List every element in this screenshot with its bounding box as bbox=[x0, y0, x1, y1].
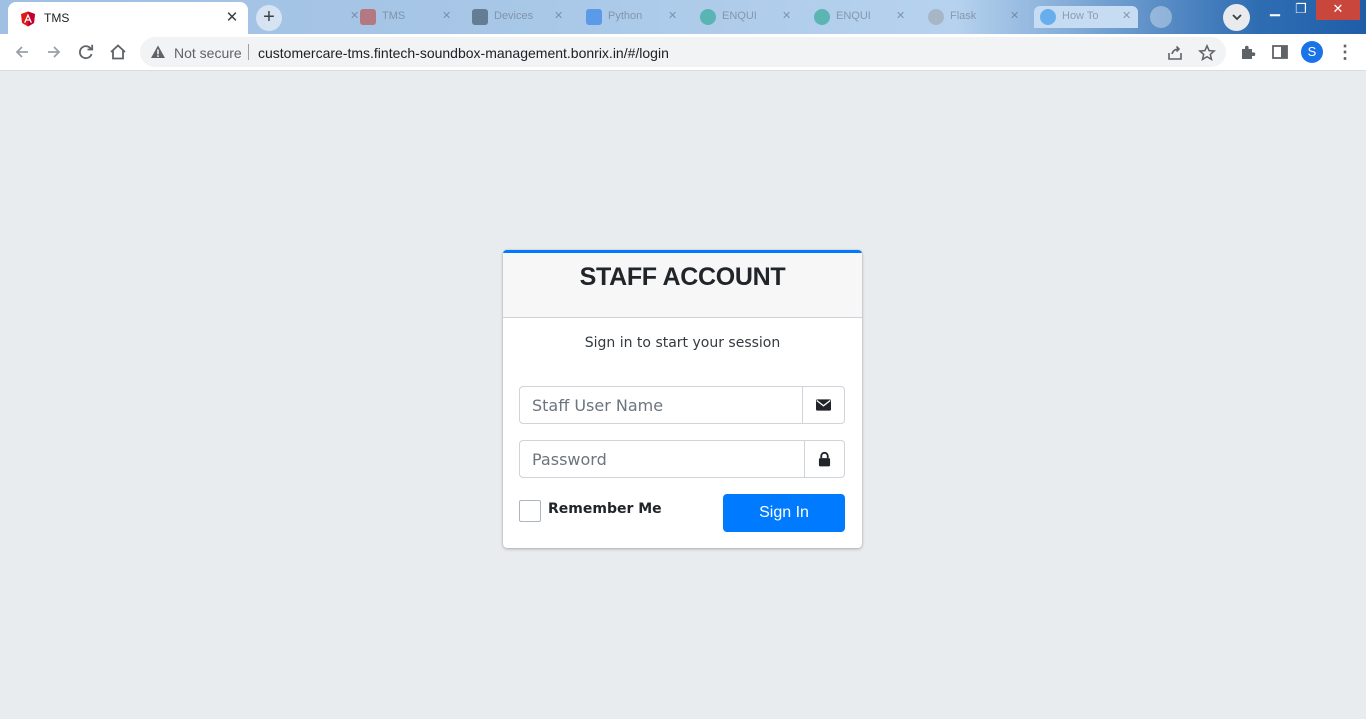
tab-background[interactable]: Python ✕ bbox=[580, 6, 692, 28]
tab-favicon-icon bbox=[700, 9, 716, 25]
warning-icon[interactable] bbox=[150, 44, 166, 60]
tab-favicon-icon bbox=[586, 9, 602, 25]
envelope-icon bbox=[802, 387, 844, 423]
tab-title: ENQUI bbox=[836, 10, 871, 22]
remember-me-checkbox[interactable] bbox=[519, 500, 541, 522]
tab-background[interactable] bbox=[1148, 6, 1178, 28]
profile-avatar[interactable]: S bbox=[1301, 41, 1323, 63]
forward-arrow-icon[interactable] bbox=[44, 42, 64, 62]
url-text[interactable]: customercare-tms.fintech-soundbox-manage… bbox=[258, 45, 669, 61]
password-input[interactable] bbox=[520, 441, 806, 477]
not-secure-label[interactable]: Not secure bbox=[174, 45, 242, 61]
tab-favicon-icon bbox=[1040, 9, 1056, 25]
password-group bbox=[519, 440, 845, 478]
tab-search-chevron-icon[interactable] bbox=[1223, 4, 1250, 31]
card-header: STAFF ACCOUNT bbox=[503, 253, 862, 318]
page-title: STAFF ACCOUNT bbox=[579, 263, 786, 291]
tab-close-icon[interactable]: ✕ bbox=[554, 9, 563, 22]
remember-me-label[interactable]: Remember Me bbox=[548, 501, 662, 517]
tab-title: Flask bbox=[950, 10, 977, 22]
more-menu-icon[interactable]: ⋮ bbox=[1336, 42, 1354, 62]
address-bar[interactable]: Not secure customercare-tms.fintech-soun… bbox=[140, 37, 1226, 67]
tab-favicon-icon bbox=[472, 9, 488, 25]
username-group bbox=[519, 386, 845, 424]
tab-favicon-icon bbox=[1150, 6, 1172, 28]
tab-background[interactable]: How To ✕ bbox=[1034, 6, 1138, 28]
side-panel-icon[interactable] bbox=[1270, 42, 1290, 62]
tab-background[interactable]: ENQUI ✕ bbox=[694, 6, 806, 28]
tab-title: TMS bbox=[44, 11, 70, 25]
tab-active[interactable]: TMS ✕ bbox=[8, 2, 248, 34]
sign-in-button[interactable]: Sign In bbox=[723, 494, 845, 532]
login-card: STAFF ACCOUNT Sign in to start your sess… bbox=[503, 250, 862, 548]
omnibox-divider bbox=[248, 44, 249, 60]
tab-title: Devices bbox=[494, 10, 534, 22]
tab-background[interactable]: Flask ✕ bbox=[922, 6, 1034, 28]
extensions-puzzle-icon[interactable] bbox=[1238, 42, 1258, 62]
tab-close-icon[interactable]: ✕ bbox=[224, 10, 240, 26]
login-message: Sign in to start your session bbox=[584, 335, 781, 351]
tab-background[interactable]: ENQUI ✕ bbox=[808, 6, 920, 28]
home-icon[interactable] bbox=[108, 42, 128, 62]
tab-favicon-icon bbox=[360, 9, 376, 25]
angular-icon bbox=[20, 11, 36, 27]
bookmark-star-icon[interactable] bbox=[1197, 43, 1217, 62]
tab-title: TMS bbox=[382, 10, 406, 22]
tab-close-icon[interactable]: ✕ bbox=[442, 9, 451, 22]
username-input[interactable] bbox=[520, 387, 804, 423]
tab-background[interactable]: TMS ✕ bbox=[354, 6, 466, 28]
tab-title: ENQUI bbox=[722, 10, 757, 22]
browser-toolbar: Not secure customercare-tms.fintech-soun… bbox=[0, 34, 1366, 71]
tab-close-icon[interactable]: ✕ bbox=[1122, 9, 1131, 22]
tab-close-icon[interactable]: ✕ bbox=[668, 9, 677, 22]
tab-favicon-icon bbox=[814, 9, 830, 25]
lock-icon bbox=[804, 441, 844, 477]
tab-background[interactable]: Devices ✕ bbox=[466, 6, 578, 28]
reload-icon[interactable] bbox=[76, 42, 96, 62]
tab-title: How To bbox=[1062, 10, 1099, 22]
minimize-window-icon[interactable]: ▁ bbox=[1262, 0, 1288, 20]
tab-strip: TMS ✕ + ✕ TMS ✕ Devices ✕ Python ✕ ENQUI… bbox=[0, 0, 1366, 34]
tab-background[interactable]: ✕ bbox=[262, 6, 362, 28]
restore-window-icon[interactable]: ❐ bbox=[1288, 0, 1314, 20]
tab-title: Python bbox=[608, 10, 643, 22]
tab-close-icon[interactable]: ✕ bbox=[1010, 9, 1019, 22]
tab-close-icon[interactable]: ✕ bbox=[896, 9, 905, 22]
tab-favicon-icon bbox=[928, 9, 944, 25]
close-window-icon[interactable]: ✕ bbox=[1316, 0, 1360, 20]
tab-close-icon[interactable]: ✕ bbox=[782, 9, 791, 22]
share-icon[interactable] bbox=[1166, 44, 1184, 62]
back-arrow-icon[interactable] bbox=[12, 42, 32, 62]
